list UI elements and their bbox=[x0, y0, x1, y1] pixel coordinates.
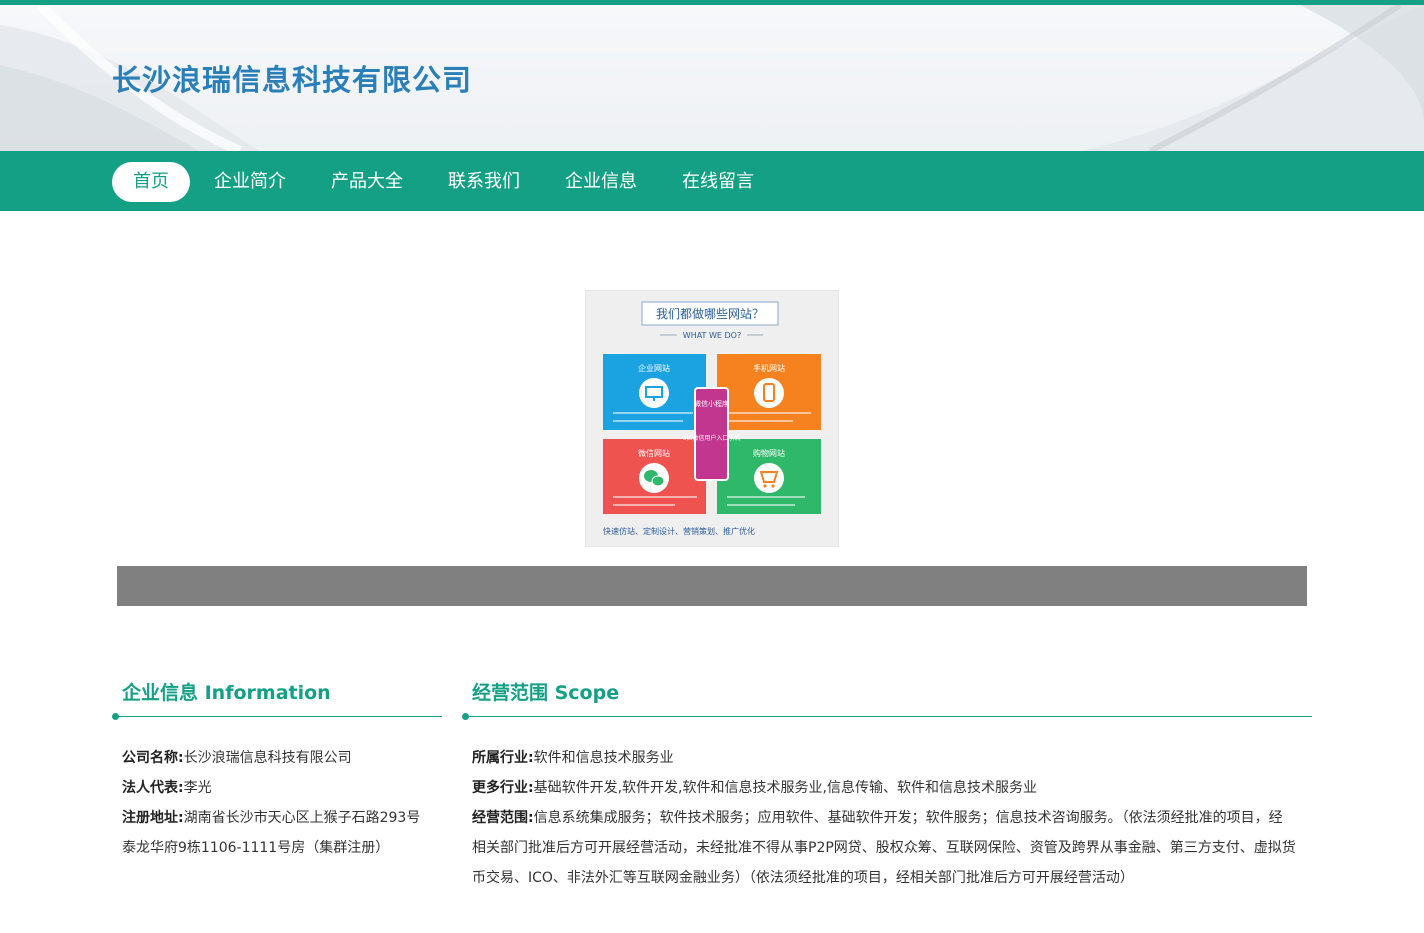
tile-mobile-label: 手机网站 bbox=[753, 363, 785, 373]
cart-icon bbox=[754, 463, 784, 493]
nav-item-2[interactable]: 企业简介 bbox=[193, 162, 307, 202]
promo-heading: 我们都做哪些网站？ bbox=[656, 306, 764, 321]
site-header: 长沙浪瑞信息科技有限公司 bbox=[0, 5, 1424, 151]
address-line-1: 湖南省长沙市天心区上猴子石路293号 bbox=[183, 810, 421, 826]
tile-wechat-label: 微信网站 bbox=[638, 448, 670, 458]
tile-shop-label: 购物网站 bbox=[753, 448, 785, 458]
scope-section-dot bbox=[462, 713, 469, 720]
address-line-2: 泰龙华府9栋1106-1111号房（集群注册） bbox=[122, 840, 390, 856]
more-industry-label: 更多行业: bbox=[472, 780, 534, 796]
wechat-icon bbox=[639, 463, 669, 493]
company-name-value: 长沙浪瑞信息科技有限公司 bbox=[183, 750, 352, 766]
company-name-label: 公司名称: bbox=[122, 750, 184, 766]
promo-subheading: WHAT WE DO? bbox=[683, 331, 741, 340]
scope-section-title: 经营范围 Scope bbox=[472, 682, 620, 704]
industry-value: 软件和信息技术服务业 bbox=[533, 750, 674, 766]
nav-list: 首页 企业简介 产品大全 联系我们 企业信息 在线留言 bbox=[112, 162, 778, 202]
center-badge-top: 微信小程序 bbox=[694, 399, 729, 408]
phone-icon bbox=[754, 378, 784, 408]
nav-item-6[interactable]: 在线留言 bbox=[661, 162, 775, 202]
address-label: 注册地址: bbox=[122, 810, 184, 826]
business-scope-line-1: 信息系统集成服务；软件技术服务；应用软件、基础软件开发；软件服务；信息技术咨询服… bbox=[533, 810, 1283, 826]
center-badge-bottom: 8亿微信用户入口引流 bbox=[683, 434, 741, 442]
industry-label: 所属行业: bbox=[472, 750, 534, 766]
nav-item-3[interactable]: 产品大全 bbox=[310, 162, 424, 202]
nav-item-4[interactable]: 联系我们 bbox=[427, 162, 541, 202]
company-info-block: 公司名称:长沙浪瑞信息科技有限公司 法人代表:李光 注册地址:湖南省长沙市天心区… bbox=[122, 743, 442, 863]
more-industry-value: 基础软件开发,软件开发,软件和信息技术服务业,信息传输、软件和信息技术服务业 bbox=[533, 780, 1037, 796]
gray-banner-bar bbox=[117, 566, 1307, 606]
scope-section-divider bbox=[466, 716, 1312, 717]
info-section-dot bbox=[112, 713, 119, 720]
main-nav: 首页 企业简介 产品大全 联系我们 企业信息 在线留言 bbox=[0, 151, 1424, 211]
tile-enterprise-label: 企业网站 bbox=[638, 363, 670, 373]
nav-item-5[interactable]: 企业信息 bbox=[544, 162, 658, 202]
business-scope-line-3: 币交易、ICO、非法外汇等互联网金融业务）（依法须经批准的项目，经相关部门批准后… bbox=[472, 870, 1134, 886]
scope-info-block: 所属行业:软件和信息技术服务业 更多行业:基础软件开发,软件开发,软件和信息技术… bbox=[472, 743, 1312, 893]
company-title: 长沙浪瑞信息科技有限公司 bbox=[112, 63, 473, 97]
monitor-icon bbox=[639, 378, 669, 408]
business-scope-label: 经营范围: bbox=[472, 810, 534, 826]
business-scope-line-2: 相关部门批准后方可开展经营活动，未经批准不得从事P2P网贷、股权众筹、互联网保险… bbox=[472, 840, 1296, 856]
promo-footer: 快速仿站、定制设计、营销策划、推广优化 bbox=[603, 526, 755, 536]
nav-item-1[interactable]: 首页 bbox=[112, 162, 190, 202]
legal-rep-label: 法人代表: bbox=[122, 780, 184, 796]
legal-rep-value: 李光 bbox=[183, 780, 212, 796]
info-section-divider bbox=[116, 716, 442, 717]
info-section-title: 企业信息 Information bbox=[122, 682, 331, 704]
promo-image: 我们都做哪些网站？ WHAT WE DO? 企业网站 手机网站 微信网站 购物网… bbox=[584, 289, 840, 548]
